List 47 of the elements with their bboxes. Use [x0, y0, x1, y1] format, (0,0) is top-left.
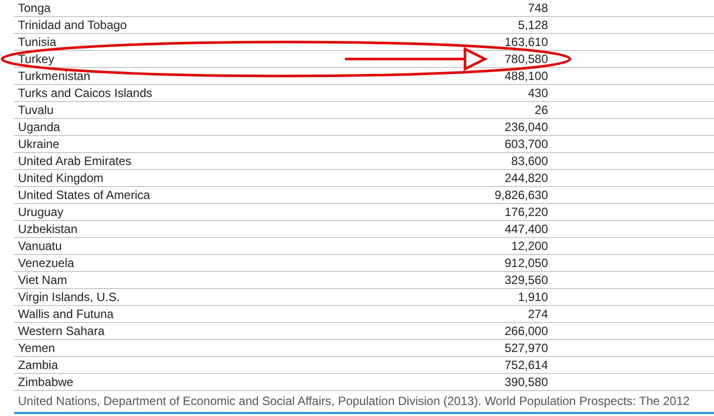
country-cell-text: United Arab Emirates — [17, 153, 132, 169]
area-cell-text: 236,040 — [504, 119, 548, 135]
country-cell-text: United Kingdom — [17, 170, 104, 186]
area-cell-text: 430 — [526, 85, 548, 101]
country-cell-text: Venezuela — [17, 255, 76, 271]
country-cell-text: Trinidad and Tobago — [17, 17, 128, 33]
area-cell-text: 26 — [534, 102, 548, 118]
country-cell-text: Virgin Islands, U.S. — [17, 289, 121, 305]
country-cell-text: United States of America — [17, 187, 152, 203]
area-cell-text: 603,700 — [504, 136, 548, 152]
country-cell-text: Vanuatu — [17, 238, 63, 254]
country-cell-text: Western Sahara — [17, 323, 106, 339]
area-cell-text: 163,610 — [504, 34, 548, 50]
area-cell-text: 176,220 — [504, 204, 548, 220]
area-cell-text: 266,000 — [504, 323, 548, 339]
country-cell-text: Zimbabwe — [17, 374, 74, 390]
area-cell-text: 12,200 — [510, 238, 548, 254]
country-cell-text: Viet Nam — [17, 272, 68, 288]
area-cell-text: 748 — [526, 0, 548, 16]
country-cell-text: Tuvalu — [17, 102, 55, 118]
source-note: United Nations, Department of Economic and Social Affairs, Population Division (2013). World Population Prospects: The 2012 — [14, 391, 714, 414]
country-cell-text: Uruguay — [17, 204, 64, 220]
country-cell-text: Uganda — [17, 119, 62, 135]
area-cell-text: 912,050 — [504, 255, 548, 271]
area-cell-text: 83,600 — [510, 153, 548, 169]
area-cell-text: 780,580 — [504, 51, 548, 67]
area-cell-text: 752,614 — [504, 357, 548, 373]
country-cell-text: Ukraine — [17, 136, 60, 152]
area-cell-text: 274 — [526, 306, 548, 322]
country-cell-text: Turks and Caicos Islands — [17, 85, 154, 101]
area-cell-text: 329,560 — [504, 272, 548, 288]
area-cell-text: 390,580 — [504, 374, 548, 390]
country-cell-text: Wallis and Futuna — [17, 306, 115, 322]
area-cell-text: 447,400 — [504, 221, 548, 237]
area-cell-text: 9,826,630 — [494, 187, 548, 203]
country-cell-text: Tunisia — [17, 34, 58, 50]
country-cell-text: Yemen — [17, 340, 56, 356]
country-cell-text: Tonga — [17, 0, 52, 16]
country-cell-text: Turkmenistan — [17, 68, 92, 84]
country-cell-text: Zambia — [17, 357, 60, 373]
area-cell-text: 5,128 — [516, 17, 548, 33]
area-cell-text: 488,100 — [504, 68, 548, 84]
country-cell-text: Uzbekistan — [17, 221, 78, 237]
area-cell-text: 1,910 — [516, 289, 548, 305]
country-cell-text: Turkey — [17, 51, 56, 67]
area-cell-text: 244,820 — [504, 170, 548, 186]
area-cell-text: 527,970 — [504, 340, 548, 356]
